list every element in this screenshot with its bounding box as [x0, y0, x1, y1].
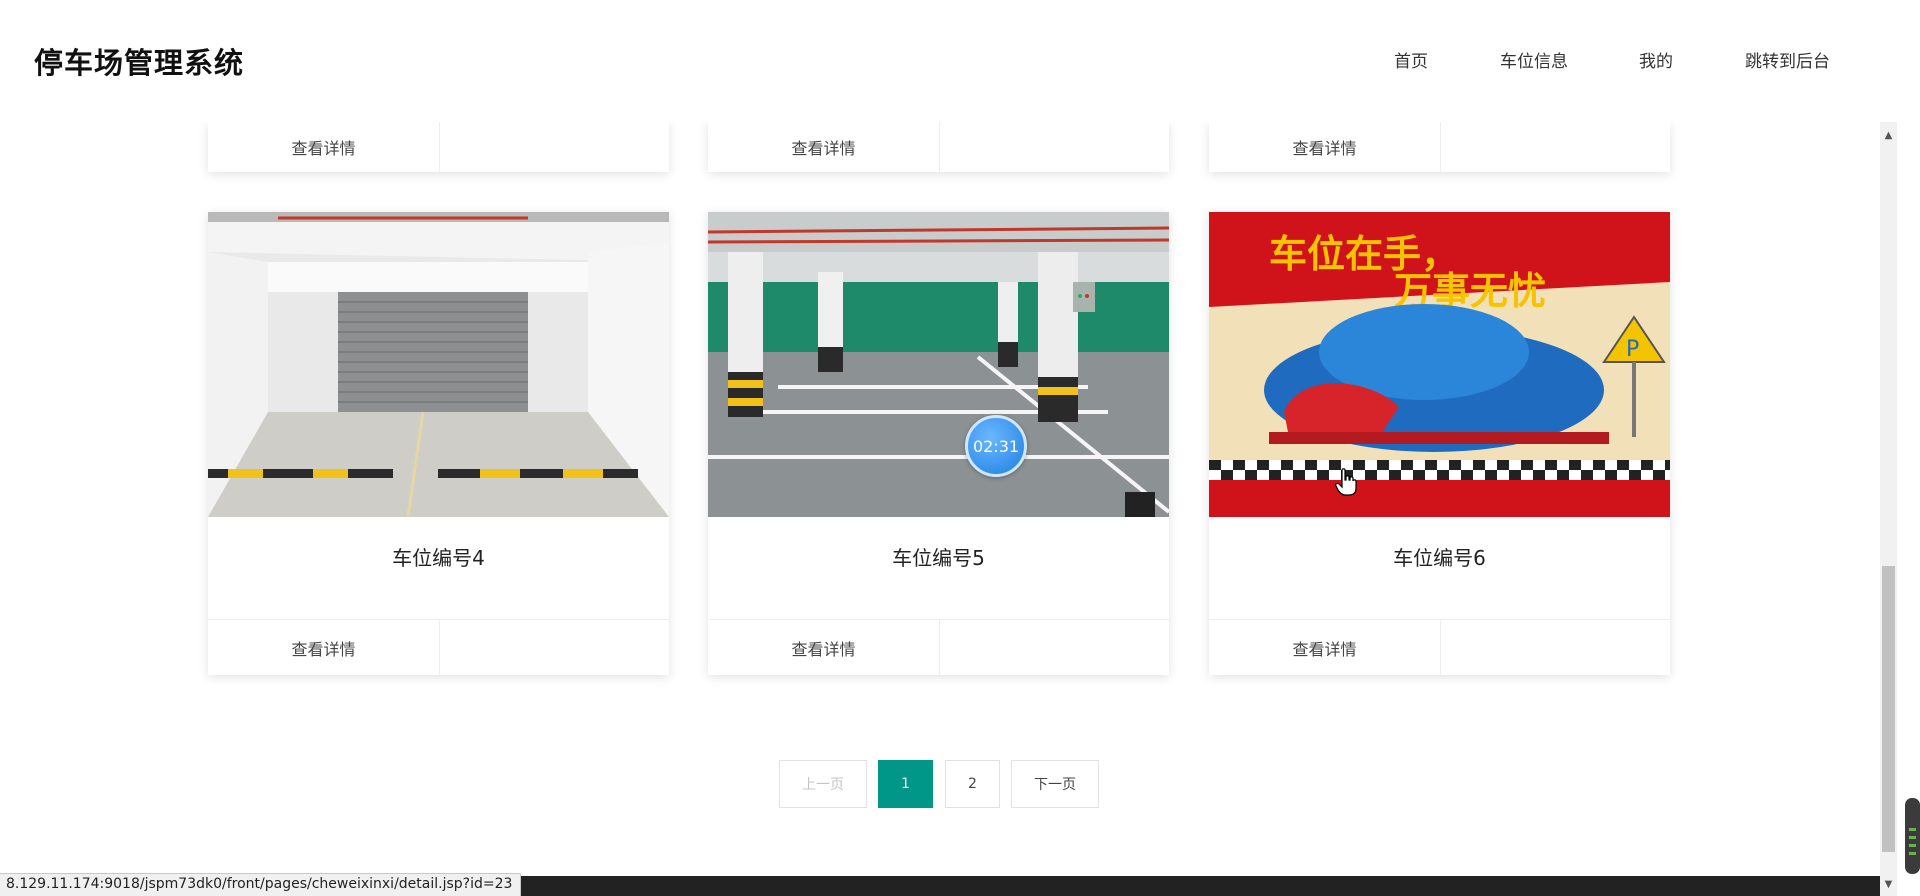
parking-card-partial: 查看详情: [1209, 122, 1670, 172]
view-detail-button[interactable]: 查看详情: [1209, 122, 1441, 172]
prev-page-button[interactable]: 上一页: [779, 760, 867, 808]
scroll-down-arrow-icon[interactable]: ▼: [1880, 879, 1897, 893]
parking-card[interactable]: 车位编号5 查看详情: [708, 212, 1169, 675]
parking-spot-name[interactable]: 车位编号4: [208, 542, 669, 571]
page: 查看详情 查看详情 查看详情 车位编号4 查看详情 车位编号5 查看详情 车位在…: [0, 0, 1920, 896]
garage-photo-image: [208, 212, 669, 517]
page-2-button[interactable]: 2: [945, 760, 1000, 808]
scroll-thumb[interactable]: [1882, 566, 1895, 852]
card-footer-empty: [940, 122, 1169, 172]
nav-parking-info[interactable]: 车位信息: [1500, 47, 1568, 72]
parking-card-partial: 查看详情: [708, 122, 1169, 172]
parking-photo[interactable]: [208, 212, 669, 517]
nav-admin[interactable]: 跳转到后台: [1745, 47, 1830, 72]
card-footer: 查看详情: [1209, 619, 1670, 675]
card-footer: 查看详情: [708, 619, 1169, 675]
page-1-button[interactable]: 1: [878, 760, 933, 808]
view-detail-button[interactable]: 查看详情: [1209, 620, 1441, 675]
card-footer: 查看详情: [708, 122, 1169, 172]
view-detail-button[interactable]: 查看详情: [708, 620, 940, 675]
poster-car-image: 车位在手， 万事无忧 P: [1209, 212, 1670, 517]
view-detail-button[interactable]: 查看详情: [208, 122, 440, 172]
main-nav: 首页 车位信息 我的 跳转到后台: [0, 47, 1880, 72]
view-detail-button[interactable]: 查看详情: [708, 122, 940, 172]
top-header: 停车场管理系统 首页 车位信息 我的 跳转到后台: [0, 0, 1880, 122]
vertical-scrollbar[interactable]: ▲ ▼: [1880, 122, 1897, 896]
card-footer-empty: [440, 620, 669, 675]
timer-badge[interactable]: 02:31: [965, 415, 1027, 477]
card-footer-empty: [1441, 122, 1670, 172]
parking-photo[interactable]: [708, 212, 1169, 517]
card-footer-empty: [1441, 620, 1670, 675]
pagination: 上一页 1 2 下一页: [0, 760, 1880, 808]
parking-spot-name[interactable]: 车位编号5: [708, 542, 1169, 571]
parking-sign-letter: P: [1626, 337, 1639, 362]
status-url: 8.129.11.174:9018/jspm73dk0/front/pages/…: [0, 873, 522, 896]
parking-card[interactable]: 车位在手， 万事无忧 P 车位编号6 查看详情: [1209, 212, 1670, 675]
nav-home[interactable]: 首页: [1394, 47, 1428, 72]
nav-mine[interactable]: 我的: [1639, 47, 1673, 72]
next-page-button[interactable]: 下一页: [1011, 760, 1099, 808]
card-footer: 查看详情: [208, 122, 669, 172]
underground-lot-image: [708, 212, 1169, 517]
hand-cursor-icon: [1335, 468, 1357, 496]
side-widget-icon[interactable]: [1905, 798, 1920, 874]
parking-card[interactable]: 车位编号4 查看详情: [208, 212, 669, 675]
content-area: 查看详情 查看详情 查看详情 车位编号4 查看详情 车位编号5 查看详情 车位在…: [0, 0, 1880, 896]
parking-card-partial: 查看详情: [208, 122, 669, 172]
card-footer: 查看详情: [1209, 122, 1670, 172]
card-footer: 查看详情: [208, 619, 669, 675]
parking-photo[interactable]: 车位在手， 万事无忧 P: [1209, 212, 1670, 517]
card-footer-empty: [940, 620, 1169, 675]
view-detail-button[interactable]: 查看详情: [208, 620, 440, 675]
card-footer-empty: [440, 122, 669, 172]
parking-spot-name[interactable]: 车位编号6: [1209, 542, 1670, 571]
scroll-up-arrow-icon[interactable]: ▲: [1880, 130, 1897, 144]
